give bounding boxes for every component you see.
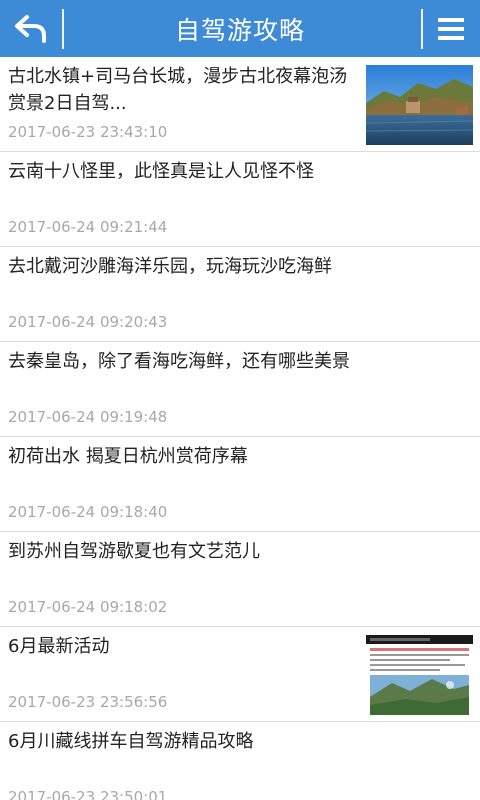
- menu-button[interactable]: [422, 0, 480, 57]
- article-item[interactable]: 云南十八怪里，此怪真是让人见怪不怪 2017-06-24 09:21:44: [0, 152, 480, 247]
- article-title: 6月川藏线拼车自驾游精品攻略: [8, 731, 254, 752]
- article-item[interactable]: 6月最新活动 2017-06-23 23:56:56: [0, 627, 480, 722]
- article-title: 初荷出水 揭夏日杭州赏荷序幕: [8, 446, 248, 467]
- article-title: 古北水镇+司马台长城，漫步古北夜幕泡汤赏景2日自驾...: [8, 66, 348, 114]
- article-time: 2017-06-23 23:56:56: [8, 693, 168, 711]
- article-title: 6月最新活动: [8, 636, 110, 657]
- article-title: 去北戴河沙雕海洋乐园，玩海玩沙吃海鲜: [8, 256, 332, 277]
- article-time: 2017-06-24 09:20:43: [8, 313, 168, 331]
- article-item[interactable]: 去秦皇岛，除了看海吃海鲜，还有哪些美景 2017-06-24 09:19:48: [0, 342, 480, 437]
- article-title: 到苏州自驾游歇夏也有文艺范儿: [8, 541, 260, 562]
- article-item[interactable]: 初荷出水 揭夏日杭州赏荷序幕 2017-06-24 09:18:40: [0, 437, 480, 532]
- header-divider-left: [62, 9, 64, 49]
- article-time: 2017-06-24 09:19:48: [8, 408, 168, 426]
- article-item[interactable]: 到苏州自驾游歇夏也有文艺范儿 2017-06-24 09:18:02: [0, 532, 480, 627]
- back-arrow-icon: [15, 14, 46, 43]
- article-time: 2017-06-23 23:50:01: [8, 788, 168, 800]
- article-time: 2017-06-24 09:18:40: [8, 503, 168, 521]
- article-time: 2017-06-24 09:21:44: [8, 218, 168, 236]
- article-item[interactable]: 6月川藏线拼车自驾游精品攻略 2017-06-23 23:50:01: [0, 722, 480, 800]
- page-title: 自驾游攻略: [174, 15, 305, 45]
- article-time: 2017-06-24 09:18:02: [8, 598, 168, 616]
- top-bar: 自驾游攻略: [0, 0, 480, 57]
- back-button[interactable]: [0, 0, 62, 57]
- article-thumbnail: [366, 635, 473, 715]
- article-title: 去秦皇岛，除了看海吃海鲜，还有哪些美景: [8, 351, 350, 372]
- article-thumbnail: [366, 65, 473, 145]
- article-item[interactable]: 去北戴河沙雕海洋乐园，玩海玩沙吃海鲜 2017-06-24 09:20:43: [0, 247, 480, 342]
- article-list: 古北水镇+司马台长城，漫步古北夜幕泡汤赏景2日自驾... 2017-06-23 …: [0, 57, 480, 800]
- article-time: 2017-06-23 23:43:10: [8, 123, 168, 141]
- article-item[interactable]: 古北水镇+司马台长城，漫步古北夜幕泡汤赏景2日自驾... 2017-06-23 …: [0, 57, 480, 152]
- hamburger-menu-icon: [438, 17, 464, 40]
- article-title: 云南十八怪里，此怪真是让人见怪不怪: [8, 161, 314, 182]
